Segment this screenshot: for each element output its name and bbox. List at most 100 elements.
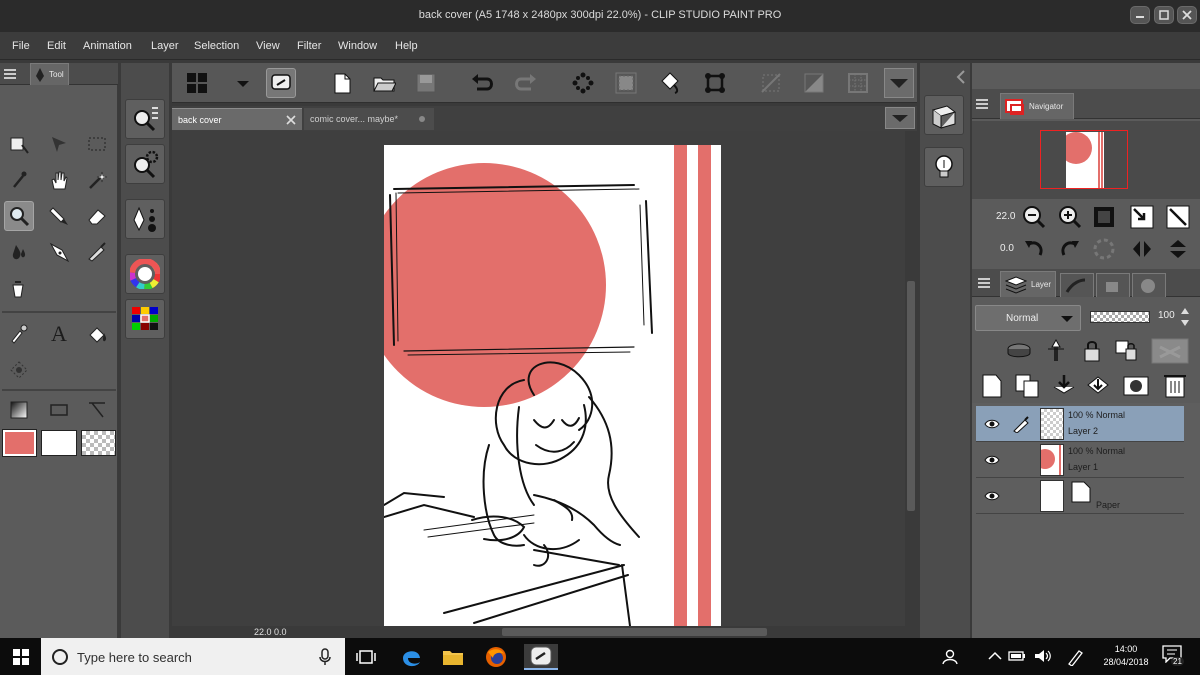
- minimize-button[interactable]: [1130, 6, 1150, 24]
- tab-info[interactable]: [1132, 273, 1166, 297]
- menu-help[interactable]: Help: [395, 40, 418, 52]
- maximize-button[interactable]: [1154, 6, 1174, 24]
- eraser-icon[interactable]: [82, 201, 112, 231]
- panel-menu-icon[interactable]: [978, 278, 990, 288]
- blend-mode-select[interactable]: Normal: [975, 305, 1081, 331]
- horizontal-scroll-thumb[interactable]: [502, 628, 767, 636]
- navigator-viewport-frame[interactable]: [1040, 130, 1128, 189]
- flip-vertical-icon[interactable]: [1166, 237, 1190, 261]
- task-view-button[interactable]: [353, 644, 379, 670]
- lock-layer-icon[interactable]: [1080, 339, 1104, 363]
- redo-button[interactable]: [510, 68, 540, 98]
- fountain-pen-icon[interactable]: [44, 237, 74, 267]
- gradient-icon[interactable]: [4, 395, 34, 425]
- navigator-preview[interactable]: [972, 121, 1200, 199]
- airbrush-icon[interactable]: [82, 237, 112, 267]
- undo-button[interactable]: [468, 68, 498, 98]
- start-button[interactable]: [8, 644, 34, 670]
- actual-size-icon[interactable]: [1092, 205, 1116, 229]
- vertical-scroll-thumb[interactable]: [907, 281, 915, 511]
- operation-icon[interactable]: [44, 129, 74, 159]
- save-button[interactable]: [411, 68, 441, 98]
- fill-bucket-icon[interactable]: [4, 275, 34, 305]
- close-button[interactable]: [1177, 6, 1197, 24]
- tab-comic-cover[interactable]: comic cover... maybe*: [304, 108, 434, 130]
- material-panel-button[interactable]: [924, 95, 964, 135]
- magic-wand-icon[interactable]: [82, 165, 112, 195]
- tab-list-dropdown[interactable]: [885, 107, 915, 129]
- eye-icon[interactable]: [984, 452, 1000, 468]
- clip-studio-taskbar-button[interactable]: [524, 644, 558, 670]
- layer-row-paper[interactable]: Paper: [976, 478, 1184, 514]
- eyedropper-icon[interactable]: [4, 165, 34, 195]
- ruler-snap-button[interactable]: [756, 68, 786, 98]
- zoom-move-icon[interactable]: [4, 129, 34, 159]
- rotate-right-icon[interactable]: [1058, 237, 1082, 261]
- command-bar-more-button[interactable]: [884, 68, 914, 98]
- panel-menu-icon[interactable]: [4, 69, 16, 79]
- new-raster-layer-icon[interactable]: [980, 373, 1004, 399]
- menu-animation[interactable]: Animation: [83, 40, 132, 52]
- tab-layer-property[interactable]: [1060, 273, 1094, 297]
- opacity-stepper[interactable]: [1180, 304, 1190, 330]
- tab-navigator[interactable]: Navigator: [1000, 93, 1075, 119]
- blend-drop-icon[interactable]: [4, 237, 34, 267]
- people-icon[interactable]: [942, 649, 958, 665]
- brush-size-button[interactable]: [125, 199, 165, 239]
- clip-lower-layer-icon[interactable]: [1005, 339, 1033, 363]
- pen-icon[interactable]: [44, 201, 74, 231]
- eye-icon[interactable]: [984, 488, 1000, 504]
- transform-button[interactable]: [700, 68, 730, 98]
- layer-row-layer-1[interactable]: 100 % Normal Layer 1: [976, 442, 1184, 478]
- menu-filter[interactable]: Filter: [297, 40, 321, 52]
- transfer-to-lower-layer-icon[interactable]: [1052, 373, 1076, 399]
- firefox-button[interactable]: [483, 644, 509, 670]
- battery-icon[interactable]: [1008, 650, 1026, 662]
- create-mask-icon[interactable]: [1122, 373, 1150, 399]
- reference-layer-icon[interactable]: [1044, 339, 1068, 363]
- taskbar-clock[interactable]: 14:00 28/04/2018: [1096, 643, 1156, 669]
- zoom-out-icon[interactable]: [1022, 205, 1046, 229]
- ruler-icon[interactable]: [82, 395, 112, 425]
- menu-view[interactable]: View: [256, 40, 280, 52]
- combine-layer-icon[interactable]: [1086, 373, 1110, 399]
- decoration-icon[interactable]: [4, 319, 34, 349]
- clip-studio-button[interactable]: [266, 68, 296, 98]
- layout-dropdown[interactable]: [228, 68, 258, 98]
- text-icon[interactable]: A: [44, 319, 74, 349]
- fit-navigator-icon[interactable]: [1166, 205, 1190, 229]
- window-layout-button[interactable]: [182, 68, 212, 98]
- tab-tool[interactable]: Tool: [30, 63, 69, 85]
- menu-edit[interactable]: Edit: [47, 40, 66, 52]
- taskbar-search-box[interactable]: Type here to search: [41, 638, 345, 675]
- menu-file[interactable]: File: [12, 40, 30, 52]
- rotate-left-icon[interactable]: [1022, 237, 1046, 261]
- horizontal-scrollbar[interactable]: 22.0 0.0: [172, 626, 917, 638]
- new-vector-layer-icon[interactable]: [1014, 373, 1042, 399]
- pen-workspace-icon[interactable]: [1066, 648, 1084, 666]
- clear-button[interactable]: [568, 68, 598, 98]
- eye-icon[interactable]: [984, 416, 1000, 432]
- zoom-in-icon[interactable]: [1058, 205, 1082, 229]
- opacity-slider[interactable]: [1090, 311, 1150, 323]
- close-icon[interactable]: [286, 115, 296, 125]
- canvas-paper[interactable]: [384, 145, 721, 626]
- menu-window[interactable]: Window: [338, 40, 377, 52]
- volume-icon[interactable]: [1034, 648, 1052, 664]
- snap-special-ruler-button[interactable]: [799, 68, 829, 98]
- fill-icon[interactable]: [82, 319, 112, 349]
- selection-marquee-icon[interactable]: [82, 129, 112, 159]
- subtool-zoom-button[interactable]: [125, 99, 165, 139]
- flip-horizontal-icon[interactable]: [1130, 237, 1154, 261]
- tab-back-cover[interactable]: back cover: [172, 108, 302, 130]
- delete-layer-icon[interactable]: [1162, 371, 1188, 399]
- rectangle-icon[interactable]: [44, 395, 74, 425]
- panel-menu-icon[interactable]: [976, 99, 988, 109]
- tray-chevron-up-icon[interactable]: [988, 650, 1002, 662]
- enable-mask-icon[interactable]: [1150, 337, 1190, 365]
- pattern-icon[interactable]: [4, 355, 34, 385]
- new-file-button[interactable]: [327, 68, 357, 98]
- lock-transparency-icon[interactable]: [1114, 339, 1140, 363]
- tab-layer[interactable]: Layer: [1000, 271, 1057, 297]
- layer-row-layer-2[interactable]: 100 % Normal Layer 2: [976, 406, 1184, 442]
